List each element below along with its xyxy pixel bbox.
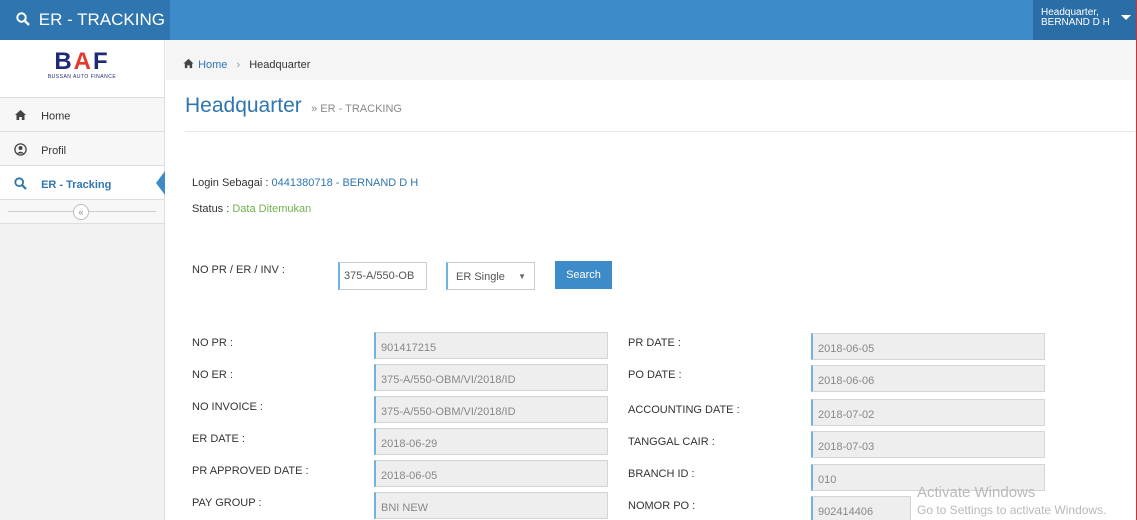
field-label: NO INVOICE :: [192, 401, 263, 413]
search-icon: [14, 177, 28, 193]
app-brand[interactable]: ER - TRACKING: [0, 0, 170, 40]
search-icon: [16, 11, 30, 31]
tracking-type-select[interactable]: ER Single ▼: [446, 262, 535, 290]
status-info: Status : Data Ditemukan: [192, 203, 312, 215]
field-label: PAY GROUP :: [192, 497, 262, 509]
company-logo: BAF BUSSAN AUTO FINANCE: [0, 40, 164, 98]
field-label: NOMOR PO :: [628, 500, 696, 512]
home-icon: [14, 109, 28, 124]
no-invoice-field: 375-A/550-OBM/VI/2018/ID: [374, 396, 608, 423]
field-label: PR APPROVED DATE :: [192, 465, 309, 477]
field-label: NO ER :: [192, 369, 233, 381]
sidebar: BAF BUSSAN AUTO FINANCE Home Profil ER -…: [0, 40, 165, 520]
sidebar-item-label: Home: [41, 110, 71, 123]
field-label: NO PR :: [192, 337, 233, 349]
sidebar-item-profil[interactable]: Profil: [0, 132, 164, 166]
po-date-field: 2018-06-06: [811, 365, 1045, 392]
sidebar-collapse-button[interactable]: «: [73, 204, 89, 220]
field-label: PR DATE :: [628, 337, 681, 349]
no-er-field: 375-A/550-OBM/VI/2018/ID: [374, 364, 608, 391]
sidebar-item-label: ER - Tracking: [41, 178, 112, 191]
er-date-field: 2018-06-29: [374, 428, 608, 455]
search-input[interactable]: [338, 262, 427, 290]
tanggal-cair-field: 2018-07-03: [811, 431, 1045, 458]
windows-activation-watermark: Activate Windows Go to Settings to activ…: [917, 484, 1107, 517]
caret-down-icon: [1121, 15, 1131, 20]
page-title: Headquarter: [185, 94, 302, 117]
login-value: 0441380718 - BERNAND D H: [271, 177, 419, 189]
chevron-right-icon: ›: [236, 59, 241, 71]
field-label: TANGGAL CAIR :: [628, 436, 715, 448]
active-indicator: [156, 171, 165, 195]
sidebar-item-label: Profil: [41, 144, 67, 157]
no-pr-field: 901417215: [374, 332, 608, 359]
pr-approved-date-field: 2018-06-05: [374, 460, 608, 487]
sidebar-item-home[interactable]: Home: [0, 98, 164, 132]
login-info: Login Sebagai : 0441380718 - BERNAND D H: [192, 177, 419, 189]
sidebar-item-er-tracking[interactable]: ER - Tracking: [0, 166, 165, 200]
search-button[interactable]: Search: [555, 261, 612, 289]
breadcrumb-home-link[interactable]: Home: [198, 59, 227, 71]
select-value: ER Single: [456, 271, 505, 283]
field-label: ACCOUNTING DATE :: [628, 404, 740, 416]
field-label: PO DATE :: [628, 369, 682, 381]
app-title: ER - TRACKING: [38, 10, 165, 29]
user-circle-icon: [14, 143, 28, 159]
sidebar-collapse-row: «: [0, 200, 164, 224]
user-menu[interactable]: Headquarter, BERNAND D H: [1033, 0, 1137, 40]
logo-subtitle: BUSSAN AUTO FINANCE: [47, 74, 117, 80]
search-label: NO PR / ER / INV :: [192, 264, 285, 276]
field-label: ER DATE :: [192, 433, 245, 445]
breadcrumb-current: Headquarter: [249, 59, 311, 71]
chevron-down-icon: ▼: [518, 272, 526, 281]
status-value: Data Ditemukan: [232, 203, 312, 215]
pr-date-field: 2018-06-05: [811, 333, 1045, 360]
field-label: BRANCH ID :: [628, 468, 695, 480]
page-header: Headquarter » ER - TRACKING: [185, 94, 1135, 132]
nomor-po-field: 902414406: [811, 496, 911, 520]
top-bar: ER - TRACKING Headquarter, BERNAND D H: [0, 0, 1137, 40]
home-icon: [182, 58, 198, 71]
page-subtitle: » ER - TRACKING: [311, 103, 402, 115]
accounting-date-field: 2018-07-02: [811, 399, 1045, 426]
pay-group-field: BNI NEW: [374, 492, 608, 519]
